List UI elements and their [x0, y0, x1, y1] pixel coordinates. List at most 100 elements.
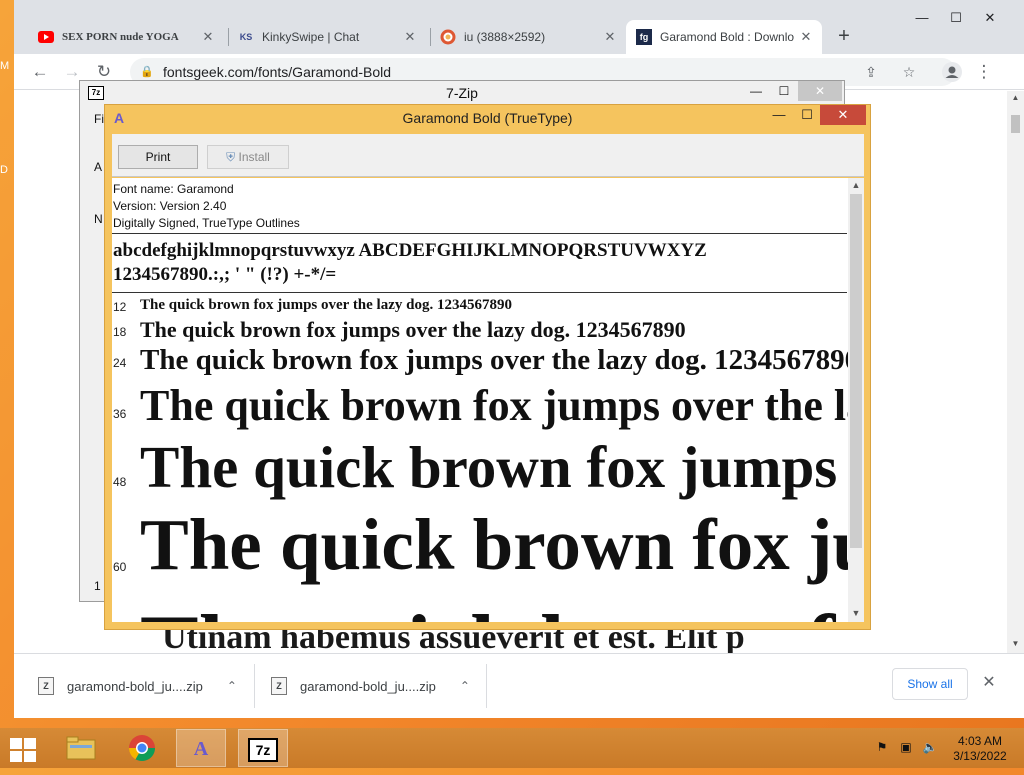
install-label: Install: [238, 150, 270, 164]
desktop-label: M: [0, 60, 10, 72]
tab-image[interactable]: iu (3888×2592) ✕: [430, 20, 626, 54]
close-tab-icon[interactable]: ✕: [798, 29, 814, 45]
youtube-icon: [38, 29, 54, 45]
window-title: Garamond Bold (TrueType): [402, 110, 573, 126]
tab-garamond[interactable]: fg Garamond Bold : Downlo ✕: [626, 20, 822, 54]
close-button[interactable]: ✕: [820, 105, 866, 125]
scroll-thumb[interactable]: [1011, 115, 1020, 133]
close-tab-icon[interactable]: ✕: [200, 29, 216, 45]
bookmark-star-icon[interactable]: ☆: [898, 61, 920, 83]
action-center-icon[interactable]: ⚑: [874, 740, 890, 756]
tab-title: Garamond Bold : Downlo: [660, 30, 795, 44]
font-viewer-icon[interactable]: A: [176, 729, 226, 767]
duckduckgo-icon: [440, 29, 456, 45]
scroll-down-icon[interactable]: ▼: [848, 608, 864, 618]
lock-icon: 🔒: [140, 66, 154, 78]
tab-title: SEX PORN nude YOGA: [62, 31, 179, 43]
sample-size: 12: [113, 300, 127, 314]
tab-strip: SEX PORN nude YOGA ✕ KS KinkySwipe | Cha…: [14, 0, 1024, 54]
show-all-button[interactable]: Show all: [892, 668, 968, 700]
sample-size: 36: [113, 407, 127, 421]
font-viewer-window: A Garamond Bold (TrueType) — ☐ ✕ Print ⛨…: [104, 104, 871, 630]
7zip-icon[interactable]: 7z: [238, 729, 288, 767]
tab-title: iu (3888×2592): [464, 30, 546, 44]
download-item[interactable]: Z garamond-bold_ju....zip ⌃: [38, 654, 237, 718]
minimize-button[interactable]: —: [741, 81, 771, 101]
print-button[interactable]: Print: [118, 145, 198, 169]
maximize-button[interactable]: ☐: [769, 81, 799, 101]
close-download-shelf-icon[interactable]: ✕: [978, 672, 1000, 694]
url-text: fontsgeek.com/fonts/Garamond-Bold: [163, 64, 392, 80]
close-tab-icon[interactable]: ✕: [602, 29, 618, 45]
new-tab-button[interactable]: +: [832, 24, 856, 48]
download-item[interactable]: Z garamond-bold_ju....zip ⌃: [271, 654, 470, 718]
download-shelf: Z garamond-bold_ju....zip ⌃ Z garamond-b…: [14, 653, 1024, 718]
chrome-icon[interactable]: [117, 729, 167, 767]
page-scrollbar[interactable]: ▲ ▼: [1007, 91, 1024, 653]
close-button[interactable]: ✕: [798, 81, 842, 101]
character-set: abcdefghijklmnopqrstuvwxyz ABCDEFGHIJKLM…: [113, 239, 848, 287]
clock[interactable]: 4:03 AM 3/13/2022: [948, 734, 1012, 764]
sample-size: 24: [113, 356, 127, 370]
scroll-up-icon[interactable]: ▲: [1007, 93, 1024, 102]
minimize-button[interactable]: —: [765, 105, 793, 125]
charset-symbols: 1234567890.:,; ' " (!?) +-*/=: [113, 264, 337, 285]
scroll-thumb[interactable]: [850, 194, 862, 548]
close-tab-icon[interactable]: ✕: [402, 29, 418, 45]
7zip-icon: 7z: [88, 86, 104, 100]
window-title: 7-Zip: [80, 81, 844, 105]
back-icon[interactable]: ←: [28, 60, 52, 84]
scroll-up-icon[interactable]: ▲: [848, 180, 864, 190]
font-version: Version: Version 2.40: [113, 199, 227, 213]
font-viewer-toolbar: Print ⛨ Install: [112, 134, 864, 177]
profile-icon[interactable]: [940, 60, 964, 84]
tab-title: KinkySwipe | Chat: [262, 30, 360, 44]
minimize-button[interactable]: —: [907, 10, 937, 32]
tab-youtube[interactable]: SEX PORN nude YOGA ✕: [28, 20, 224, 54]
font-name: Font name: Garamond: [113, 182, 234, 196]
chevron-up-icon[interactable]: ⌃: [460, 679, 470, 693]
sample-text: The quick brown fox jumps over the lazy …: [140, 434, 864, 500]
sample-size: 18: [113, 325, 127, 339]
chevron-up-icon[interactable]: ⌃: [227, 679, 237, 693]
date: 3/13/2022: [953, 749, 1007, 763]
zip-file-icon: Z: [271, 677, 287, 695]
menu-icon[interactable]: ⋮: [972, 60, 996, 84]
network-icon[interactable]: ▣: [898, 740, 914, 756]
tab-kinkyswipe[interactable]: KS KinkySwipe | Chat ✕: [228, 20, 426, 54]
fontsgeek-icon: fg: [636, 29, 652, 45]
taskbar: A 7z ⚑ ▣ 🔈 4:03 AM 3/13/2022: [0, 728, 1024, 768]
file-explorer-icon[interactable]: [56, 729, 106, 767]
font-info: Font name: Garamond Version: Version 2.4…: [113, 181, 300, 232]
share-icon[interactable]: ⇪: [860, 61, 882, 83]
sample-size: 60: [113, 560, 127, 574]
shield-icon: ⛨: [226, 150, 236, 164]
name-column-header[interactable]: N: [94, 212, 103, 226]
sample-size: 48: [113, 475, 127, 489]
install-button[interactable]: ⛨ Install: [207, 145, 289, 169]
time: 4:03 AM: [957, 734, 1003, 748]
charset-letters: abcdefghijklmnopqrstuvwxyz ABCDEFGHIJKLM…: [113, 240, 707, 261]
sample-text: The quick brown fox jumps over the lazy …: [140, 344, 860, 376]
preview-scrollbar[interactable]: ▲ ▼: [848, 178, 864, 622]
download-filename: garamond-bold_ju....zip: [67, 678, 203, 694]
scroll-down-icon[interactable]: ▼: [1007, 639, 1024, 648]
file-menu[interactable]: Fi: [94, 112, 104, 126]
zip-file-icon: Z: [38, 677, 54, 695]
desktop-label: D: [0, 164, 8, 176]
sample-text: The quick brown fox jumps over the lazy …: [140, 504, 864, 585]
sample-text: The quick brown fox jumps over the lazy …: [140, 317, 686, 342]
font-signature: Digitally Signed, TrueType Outlines: [113, 216, 300, 230]
sample-text: The quick brown fox jumps over the lazy …: [140, 297, 512, 313]
ks-icon: KS: [239, 32, 253, 42]
font-preview: Font name: Garamond Version: Version 2.4…: [112, 178, 864, 622]
sample-text: The quick brown fox jumps over the lazy …: [140, 596, 864, 622]
sample-text: The quick brown fox jumps over the lazy …: [140, 381, 864, 430]
close-button[interactable]: ✕: [975, 10, 1005, 32]
maximize-button[interactable]: ☐: [941, 10, 971, 32]
start-button[interactable]: [8, 736, 38, 762]
add-button[interactable]: A: [94, 160, 102, 174]
download-filename: garamond-bold_ju....zip: [300, 678, 436, 694]
maximize-button[interactable]: ☐: [793, 105, 821, 125]
volume-icon[interactable]: 🔈: [922, 740, 938, 756]
